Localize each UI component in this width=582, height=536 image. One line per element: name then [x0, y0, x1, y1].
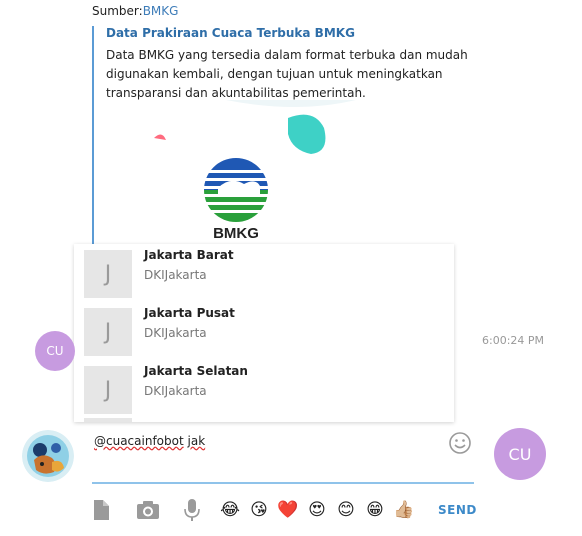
suggestion-thumbnail: J — [84, 250, 132, 298]
preview-description: Data BMKG yang tersedia dalam format ter… — [106, 48, 468, 100]
suggestion-item[interactable]: J Jakarta Barat DKIJakarta — [74, 244, 454, 302]
suggestion-name: Jakarta Pusat — [144, 306, 235, 320]
file-icon[interactable] — [89, 498, 113, 522]
source-prefix: Sumber: — [92, 4, 143, 18]
send-button[interactable]: SEND — [438, 503, 477, 517]
source-link[interactable]: BMKG — [143, 4, 179, 18]
emoji-thumbs-up-button[interactable]: 👍🏼 — [392, 498, 416, 522]
bot-avatar[interactable] — [22, 430, 74, 482]
suggestion-name: Jakarta Barat — [144, 248, 234, 262]
message-timestamp: 6:00:24 PM — [482, 334, 545, 347]
preview-accent-bar — [92, 26, 94, 244]
preview-title[interactable]: Data Prakiraan Cuaca Terbuka BMKG — [106, 26, 355, 40]
suggestion-thumbnail: J — [84, 308, 132, 356]
suggestion-region: DKIJakarta — [144, 326, 207, 340]
suggestion-item[interactable]: J Jakarta Selatan DKIJakarta — [74, 360, 454, 418]
input-command: jak — [187, 434, 206, 448]
user-avatar[interactable]: CU — [494, 428, 546, 480]
camera-icon[interactable] — [136, 498, 160, 522]
suggestion-region: DKIJakarta — [144, 384, 207, 398]
emoji-smile-button[interactable]: 😊 — [334, 498, 358, 522]
bmkg-logo-text: BMKG — [213, 225, 259, 242]
autocomplete-dropdown: J Jakarta Barat DKIJakarta J Jakarta Pus… — [74, 244, 454, 422]
source-line: Sumber:BMKG — [92, 4, 178, 18]
input-mention: @cuacainfobot — [94, 434, 184, 448]
suggestion-thumbnail: J — [84, 366, 132, 414]
suggestion-region: DKIJakarta — [144, 268, 207, 282]
preview-image[interactable]: BMKG — [106, 100, 466, 244]
suggestion-name: Jakarta Selatan — [144, 364, 248, 378]
emoji-heart-button[interactable]: ❤️ — [276, 498, 300, 522]
suggestion-item[interactable]: J Jakarta Pusat DKIJakarta — [74, 302, 454, 360]
bmkg-logo-icon — [202, 158, 270, 222]
emoji-picker-icon[interactable] — [447, 430, 473, 456]
microphone-icon[interactable] — [180, 498, 204, 522]
sender-avatar[interactable]: CU — [35, 331, 75, 371]
emoji-joy-button[interactable]: 😂 — [218, 498, 242, 522]
input-underline — [92, 482, 474, 484]
message-input[interactable]: @cuacainfobot jak — [94, 434, 205, 448]
emoji-heart-eyes-button[interactable]: 😍 — [305, 498, 329, 522]
suggestion-partial-thumbnail — [84, 418, 132, 422]
emoji-kiss-button[interactable]: 😘 — [247, 498, 271, 522]
emoji-grin-button[interactable]: 😁 — [363, 498, 387, 522]
